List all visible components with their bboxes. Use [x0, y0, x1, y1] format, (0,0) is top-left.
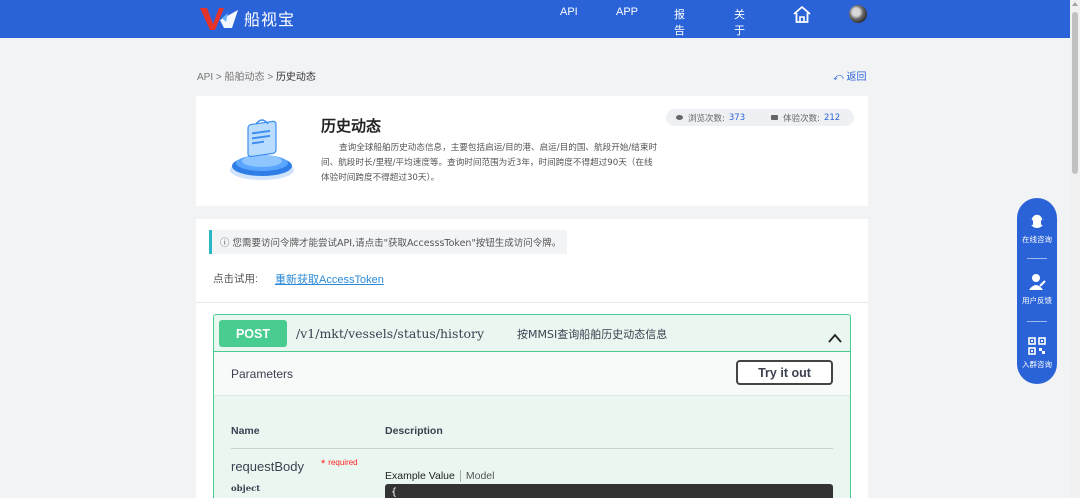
breadcrumb-current: 历史动态	[275, 72, 316, 83]
breadcrumb: API > 船舶动态 > 历史动态	[197, 68, 316, 83]
get-token-link[interactable]: 重新获取AccessToken	[275, 271, 384, 287]
api-description: 查询全球船舶历史动态信息，主要包括启运/目的港、启运/目的国、航段开始/结束时间…	[321, 143, 658, 183]
param-type: object	[231, 484, 261, 494]
operation-summary-text: 按MMSI查询船舶历史动态信息	[517, 328, 668, 341]
join-group-label: 入群咨询	[1022, 360, 1052, 369]
method-badge: POST	[219, 320, 287, 347]
online-consult-button[interactable]: 在线咨询	[1017, 211, 1057, 245]
home-icon[interactable]	[792, 5, 812, 25]
logo-mark-icon	[198, 4, 242, 32]
views-count: 373	[728, 112, 746, 123]
eye-icon	[676, 115, 683, 120]
table-divider	[231, 448, 833, 449]
breadcrumb-parent[interactable]: 船舶动态	[225, 72, 265, 83]
required-label: required	[328, 458, 358, 467]
scroll-thumb[interactable]	[1072, 12, 1078, 174]
try-it-out-button[interactable]: Try it out	[736, 360, 833, 385]
feedback-icon	[1027, 272, 1047, 292]
trials-count: 212	[823, 112, 841, 123]
back-label: 返回	[846, 72, 867, 83]
top-nav-bar: 船视宝 API APP 报告 关于	[0, 0, 1070, 38]
api-title: 历史动态	[321, 117, 382, 135]
user-feedback-label: 用户反馈	[1022, 296, 1052, 305]
required-star-icon: *	[321, 458, 326, 470]
column-description-header: Description	[385, 425, 443, 437]
api-illustration-icon	[226, 114, 298, 184]
token-notice: ⓘ 您需要访问令牌才能尝试API,请点击"获取AccesssToken"按钮生成…	[209, 230, 568, 254]
nav-item-about[interactable]: 关于	[734, 6, 745, 38]
nav-item-api[interactable]: API	[560, 6, 578, 18]
page-scrollbar[interactable]	[1070, 0, 1080, 498]
join-group-button[interactable]: 入群咨询	[1017, 336, 1057, 370]
param-name: requestBody	[231, 459, 304, 474]
usage-stats: 浏览次数: 373 体验次数: 212	[666, 109, 854, 126]
floating-service-widget: 在线咨询 用户反馈 入群咨询	[1017, 198, 1057, 384]
chevron-up-icon[interactable]	[828, 328, 842, 343]
headset-icon	[1027, 211, 1047, 231]
required-badge: * required	[321, 458, 358, 470]
divider	[196, 302, 868, 303]
brand-logo[interactable]: 船视宝	[198, 3, 295, 33]
nav-item-report[interactable]: 报告	[674, 6, 685, 38]
parameters-title: Parameters	[231, 367, 294, 381]
user-feedback-button[interactable]: 用户反馈	[1017, 272, 1057, 306]
tab-example-value[interactable]: Example Value	[385, 470, 455, 482]
tab-model[interactable]: Model	[466, 470, 495, 482]
operation-summary[interactable]: POST /v1/mkt/vessels/status/history 按MMS…	[214, 315, 850, 352]
column-name-header: Name	[231, 425, 260, 437]
trial-icon	[771, 115, 779, 120]
qrcode-icon	[1027, 336, 1047, 356]
parameters-header: Parameters Try it out	[214, 352, 850, 396]
scroll-up-arrow-icon[interactable]	[1072, 2, 1078, 6]
avatar[interactable]	[849, 5, 867, 23]
back-arrow-icon: ⤺	[833, 72, 844, 83]
trials-label: 体验次数:	[783, 113, 820, 124]
api-try-panel: ⓘ 您需要访问令牌才能尝试API,请点击"获取AccesssToken"按钮生成…	[196, 219, 868, 498]
example-code-block[interactable]: {	[385, 484, 833, 498]
operation-path: /v1/mkt/vessels/status/history	[296, 326, 485, 341]
try-label: 点击试用:	[213, 273, 258, 285]
example-tabs: Example Value Model	[385, 470, 494, 482]
views-label: 浏览次数:	[688, 113, 725, 124]
operation-block: POST /v1/mkt/vessels/status/history 按MMS…	[213, 314, 851, 498]
api-info-card: 历史动态 查询全球船舶历史动态信息，主要包括启运/目的港、启运/目的国、航段开始…	[196, 96, 868, 206]
back-link[interactable]: ⤺ 返回	[833, 68, 866, 83]
breadcrumb-root[interactable]: API	[197, 72, 213, 83]
breadcrumb-sep: >	[267, 72, 274, 83]
nav-item-app[interactable]: APP	[616, 6, 638, 18]
brand-name: 船视宝	[244, 10, 296, 29]
online-consult-label: 在线咨询	[1022, 235, 1052, 244]
breadcrumb-sep: >	[215, 72, 222, 83]
